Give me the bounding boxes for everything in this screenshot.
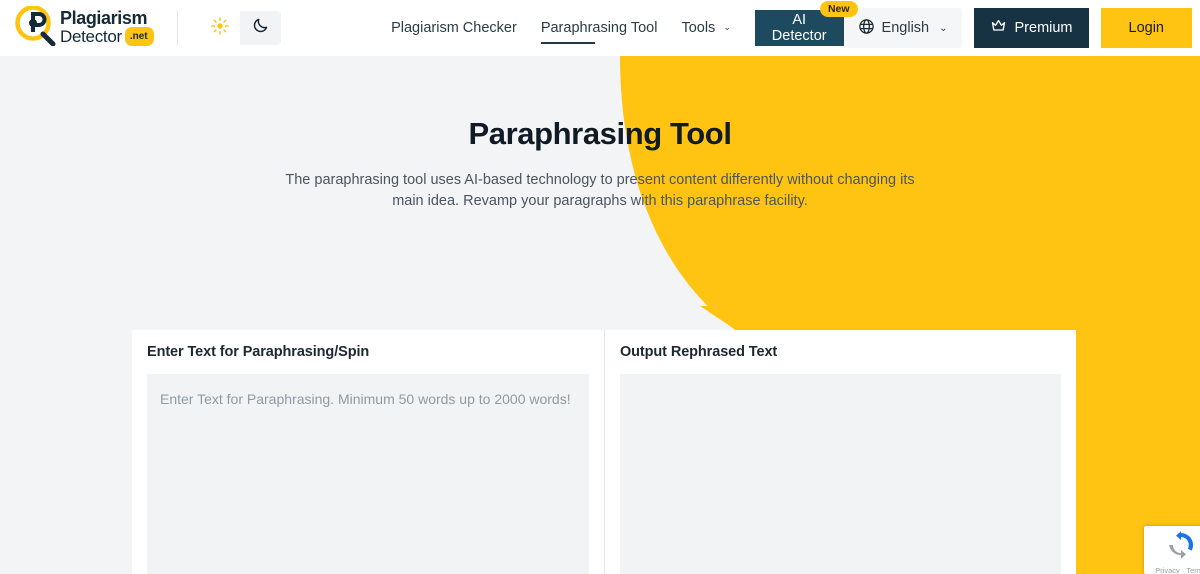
- ai-detector-button[interactable]: AI Detector New: [754, 1, 858, 46]
- new-badge: New: [819, 1, 858, 17]
- main-navigation: Plagiarism Checker Paraphrasing Tool Too…: [379, 0, 858, 57]
- site-header: Plagiarism Detector .net Plagiarism Chec…: [0, 0, 1200, 56]
- nav-label: Plagiarism Checker: [391, 20, 517, 36]
- recaptcha-badge[interactable]: Privacy · Terms: [1144, 526, 1200, 574]
- output-panel-title: Output Rephrased Text: [620, 344, 778, 360]
- nav-item-paraphrasing-tool[interactable]: Paraphrasing Tool: [529, 0, 670, 56]
- sun-icon: [211, 16, 229, 40]
- output-panel: Output Rephrased Text: [604, 330, 1076, 574]
- theme-dark-button[interactable]: [240, 11, 281, 45]
- premium-label: Premium: [1014, 20, 1073, 36]
- nav-label: Tools: [681, 19, 716, 36]
- crown-icon: [990, 18, 1007, 38]
- globe-icon: [858, 18, 875, 39]
- page-subtitle: The paraphrasing tool uses AI-based tech…: [285, 172, 915, 209]
- chevron-down-icon: ⌄: [939, 22, 948, 34]
- login-button[interactable]: Login: [1100, 8, 1192, 48]
- logo-tld-badge: .net: [124, 27, 154, 46]
- hero-section: Paraphrasing Tool The paraphrasing tool …: [0, 56, 1200, 212]
- magnifying-glass-logo-icon: [14, 4, 58, 51]
- header-divider: [176, 11, 178, 45]
- premium-button[interactable]: Premium: [973, 8, 1089, 48]
- recaptcha-icon: [1166, 530, 1196, 565]
- site-logo[interactable]: Plagiarism Detector .net: [0, 4, 163, 51]
- logo-secondary-text: Detector: [60, 27, 122, 46]
- language-label: English: [881, 20, 930, 36]
- recaptcha-links[interactable]: Privacy · Terms: [1155, 566, 1200, 574]
- input-panel-title: Enter Text for Paraphrasing/Spin: [147, 344, 370, 360]
- nav-item-tools[interactable]: Tools ⌄: [669, 0, 742, 57]
- language-selector[interactable]: English ⌄: [843, 8, 962, 48]
- chevron-down-icon: ⌄: [723, 21, 731, 32]
- header-actions: English ⌄ Premium Login: [843, 0, 1200, 56]
- logo-primary-text: Plagiarism: [60, 8, 148, 28]
- login-label: Login: [1128, 20, 1164, 36]
- paraphrase-panels-card: Enter Text for Paraphrasing/Spin Enter T…: [132, 330, 1076, 574]
- theme-toggle[interactable]: [199, 11, 282, 45]
- nav-item-plagiarism-checker[interactable]: Plagiarism Checker: [379, 0, 529, 56]
- input-placeholder-text: Enter Text for Paraphrasing. Minimum 50 …: [160, 391, 571, 407]
- output-textarea[interactable]: [620, 374, 1061, 574]
- input-panel: Enter Text for Paraphrasing/Spin Enter T…: [132, 330, 604, 574]
- nav-label: Paraphrasing Tool: [540, 20, 658, 36]
- ai-detector-label: AI Detector: [771, 12, 827, 44]
- page-title: Paraphrasing Tool: [468, 116, 732, 151]
- theme-light-button[interactable]: [199, 11, 241, 45]
- input-textarea[interactable]: Enter Text for Paraphrasing. Minimum 50 …: [147, 374, 589, 574]
- moon-icon: [252, 17, 269, 39]
